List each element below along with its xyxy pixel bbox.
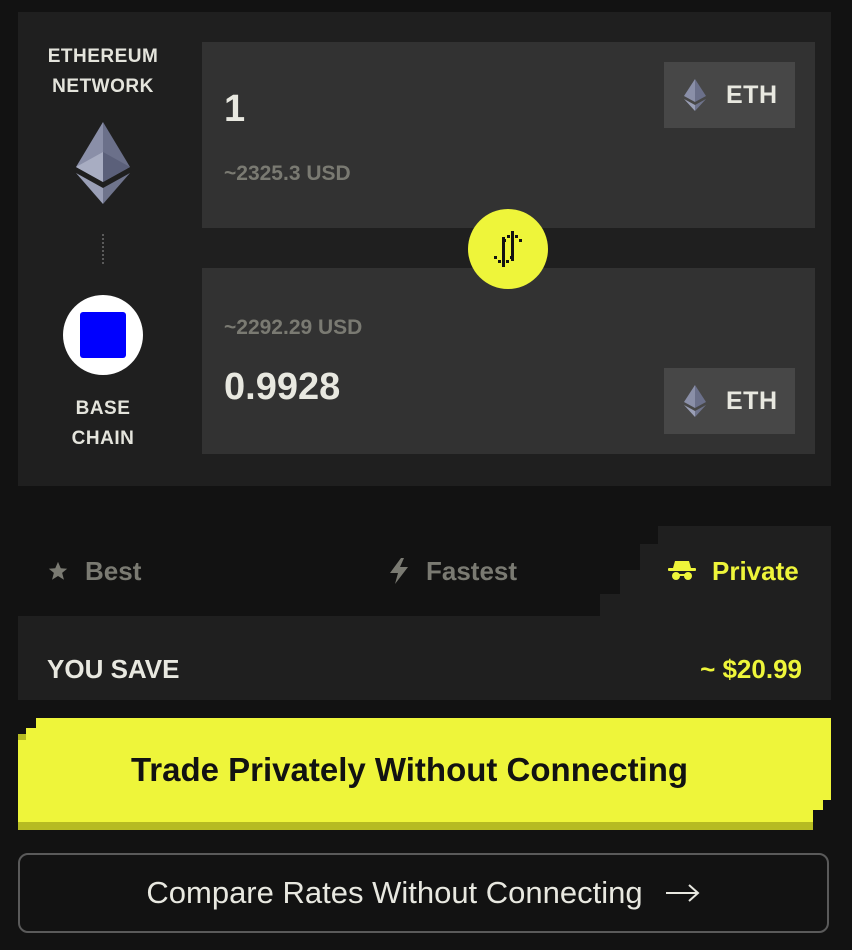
to-network-label: BASE CHAIN (18, 394, 188, 454)
compare-rates-button[interactable]: Compare Rates Without Connecting (18, 853, 829, 933)
trade-privately-button[interactable]: Trade Privately Without Connecting (18, 718, 831, 822)
receive-token-selector[interactable]: ETH (664, 368, 795, 434)
from-network-line2: NETWORK (52, 76, 154, 97)
ethereum-logo-icon (76, 122, 130, 204)
spy-icon (668, 561, 696, 580)
trade-privately-label: Trade Privately Without Connecting (130, 751, 689, 788)
tab-step (640, 544, 658, 616)
swap-direction-button[interactable] (468, 209, 548, 289)
network-connector-dots (102, 234, 104, 264)
tab-step (600, 594, 620, 616)
arrow-right-icon (665, 884, 700, 902)
tab-best[interactable]: Best (47, 526, 141, 616)
receive-token-symbol: ETH (726, 386, 778, 415)
eth-token-icon (684, 385, 706, 417)
tab-best-label: Best (85, 555, 142, 586)
send-token-selector[interactable]: ETH (664, 62, 795, 128)
savings-value: ~ $20.99 (700, 654, 802, 684)
to-network-line2: CHAIN (71, 428, 135, 449)
to-network-line1: BASE (75, 398, 131, 419)
route-tabs: Best Fastest Private (18, 526, 831, 616)
star-icon (48, 561, 68, 580)
base-logo-icon (63, 295, 143, 375)
trade-button-wrapper: Trade Privately Without Connecting (18, 718, 831, 830)
receive-usd-value: ~2292.29 USD (224, 316, 363, 339)
swap-arrows-icon (494, 231, 522, 267)
savings-row: YOU SAVE ~ $20.99 (18, 616, 831, 700)
eth-token-icon (684, 79, 706, 111)
compare-rates-label: Compare Rates Without Connecting (146, 875, 643, 910)
tab-private[interactable]: Private (668, 526, 799, 616)
send-amount-input[interactable]: 1 (224, 88, 245, 131)
send-amount-box[interactable]: 1 ~2325.3 USD ETH (202, 42, 815, 228)
savings-label: YOU SAVE (47, 654, 180, 684)
receive-amount-box: ~2292.29 USD 0.9928 ETH (202, 268, 815, 454)
lightning-icon (390, 558, 408, 584)
tab-step (620, 570, 640, 616)
send-token-symbol: ETH (726, 80, 778, 109)
tab-fastest-label: Fastest (426, 555, 518, 586)
tab-private-label: Private (712, 555, 799, 586)
bridge-panel: ETHEREUM NETWORK BASE CHAIN 1 ~2325.3 US… (18, 12, 831, 486)
base-logo-square (80, 312, 126, 358)
receive-amount-value: 0.9928 (224, 366, 341, 408)
from-network-label: ETHEREUM NETWORK (18, 42, 188, 102)
send-usd-value: ~2325.3 USD (224, 162, 351, 185)
from-network-line1: ETHEREUM (47, 46, 159, 67)
tab-fastest[interactable]: Fastest (388, 526, 517, 616)
